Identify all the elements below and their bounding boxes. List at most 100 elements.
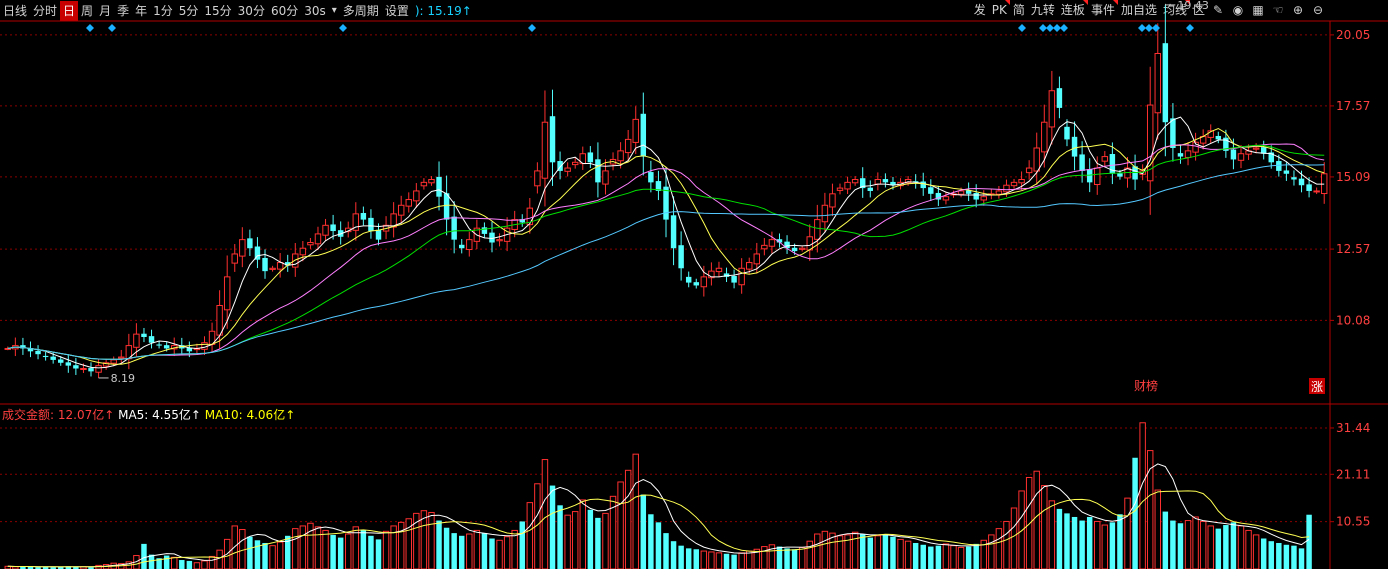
candle-body-down bbox=[791, 247, 798, 252]
volume-bar-up bbox=[299, 525, 307, 569]
candle-body-down bbox=[1215, 135, 1222, 140]
candle-body-down bbox=[73, 365, 79, 369]
volume-tick-label: 31.44 bbox=[1336, 421, 1370, 435]
volume-bar-down bbox=[678, 545, 684, 569]
candle-body-down bbox=[867, 187, 873, 191]
volume-bar-up bbox=[1101, 524, 1109, 569]
volume-bar-up bbox=[851, 531, 859, 569]
volume-bar-down bbox=[1223, 525, 1229, 569]
event-diamond bbox=[339, 24, 347, 32]
candle-body-up bbox=[118, 356, 125, 359]
caibang-label: 财榜 bbox=[1134, 378, 1158, 393]
volume-bar-up bbox=[942, 543, 950, 569]
volume-bar-down bbox=[791, 549, 798, 569]
candle-body-down bbox=[685, 276, 692, 283]
volume-bar-up bbox=[564, 514, 571, 569]
candle-body-up bbox=[299, 247, 307, 256]
volume-bar-down bbox=[1298, 548, 1305, 569]
event-diamond bbox=[528, 24, 536, 32]
volume-bar-up bbox=[397, 521, 405, 569]
volume-amount-label: 成交金额: 12.07亿↑ bbox=[2, 408, 115, 422]
volume-bar-down bbox=[1230, 522, 1237, 569]
volume-bar-up bbox=[579, 499, 587, 569]
volume-bar-up bbox=[1154, 489, 1161, 569]
volume-bar-down bbox=[254, 540, 261, 569]
candle-body-up bbox=[957, 190, 965, 195]
candle-body-down bbox=[262, 257, 268, 272]
candle-body-up bbox=[738, 267, 745, 286]
price-tick-label: 20.05 bbox=[1336, 28, 1370, 42]
event-diamond bbox=[108, 24, 116, 32]
volume-bar-down bbox=[481, 533, 488, 569]
candle-body-down bbox=[1230, 149, 1237, 160]
candle-body-up bbox=[836, 187, 844, 191]
volume-bar-up bbox=[171, 556, 178, 569]
volume-bar-up bbox=[1018, 490, 1025, 569]
volume-bar-down bbox=[368, 535, 374, 569]
volume-bar-up bbox=[292, 528, 299, 569]
volume-bar-up bbox=[1094, 520, 1101, 569]
candle-body-down bbox=[587, 152, 594, 163]
volume-bar-up bbox=[897, 538, 904, 569]
candle-body-up bbox=[1184, 150, 1192, 158]
volume-bar-down bbox=[1109, 522, 1116, 569]
volume-bar-down bbox=[890, 536, 896, 569]
event-diamond bbox=[86, 24, 94, 32]
candle-body-down bbox=[595, 159, 601, 183]
volume-bar-up bbox=[208, 555, 216, 569]
candle-body-down bbox=[156, 344, 162, 346]
volume-bar-down bbox=[459, 535, 465, 569]
candle-body-down bbox=[1306, 184, 1312, 191]
candle-body-up bbox=[1094, 167, 1101, 186]
volume-bar-down bbox=[489, 538, 495, 569]
candle-body-down bbox=[663, 186, 669, 220]
volume-bar-down bbox=[337, 537, 344, 569]
volume-bar-up bbox=[216, 549, 223, 569]
volume-bar-down bbox=[1117, 514, 1123, 569]
candle-body-up bbox=[314, 233, 322, 245]
candle-body-down bbox=[1291, 177, 1297, 180]
candle-body-up bbox=[216, 305, 223, 336]
volume-bar-up bbox=[193, 562, 201, 569]
candle-body-down bbox=[163, 345, 170, 349]
candle-body-down bbox=[693, 282, 699, 286]
candle-body-up bbox=[768, 239, 776, 247]
candle-body-down bbox=[1117, 173, 1123, 177]
volume-bar-up bbox=[1010, 507, 1018, 569]
volume-ma5-label: MA5: 4.55亿↑ bbox=[118, 408, 201, 422]
volume-bar-up bbox=[1192, 516, 1199, 569]
stock-chart: 20.05 17.57 15.09 12.57 10.08 31.44 21.11 10.55… bbox=[0, 0, 1388, 569]
candle-body-up bbox=[428, 179, 435, 184]
price-tick-label: 10.08 bbox=[1336, 313, 1370, 327]
candle-body-up bbox=[80, 368, 87, 370]
volume-bar-down bbox=[663, 533, 669, 569]
volume-bar-down bbox=[1056, 508, 1063, 569]
candle-body-up bbox=[829, 193, 836, 208]
candle-body-up bbox=[617, 150, 624, 162]
candle-body-up bbox=[269, 267, 276, 270]
volume-bar-down bbox=[920, 544, 926, 569]
candle-body-down bbox=[375, 229, 382, 240]
volume-bar-up bbox=[715, 552, 723, 569]
volume-bar-down bbox=[935, 545, 942, 569]
volume-bar-up bbox=[700, 550, 708, 569]
volume-bar-down bbox=[1283, 544, 1290, 569]
candle-body-up bbox=[980, 196, 987, 201]
candle-body-down bbox=[35, 350, 41, 355]
volume-bar-up bbox=[1033, 470, 1040, 569]
candle-body-down bbox=[640, 113, 647, 157]
candle-body-down bbox=[648, 172, 654, 183]
volume-bar-down bbox=[519, 521, 525, 569]
candle-body-down bbox=[247, 238, 253, 249]
candle-body-up bbox=[1018, 179, 1025, 184]
volume-bar-down bbox=[1291, 545, 1297, 569]
volume-bar-down bbox=[648, 514, 654, 569]
candle-body-down bbox=[368, 217, 374, 232]
volume-bar-up bbox=[201, 560, 208, 569]
volume-bar-down bbox=[360, 530, 367, 569]
volume-bar-up bbox=[821, 530, 829, 569]
volume-bar-up bbox=[957, 546, 965, 569]
candle-body-down bbox=[678, 245, 684, 269]
candle-body-up bbox=[1048, 90, 1056, 128]
candle-body-up bbox=[814, 219, 821, 240]
